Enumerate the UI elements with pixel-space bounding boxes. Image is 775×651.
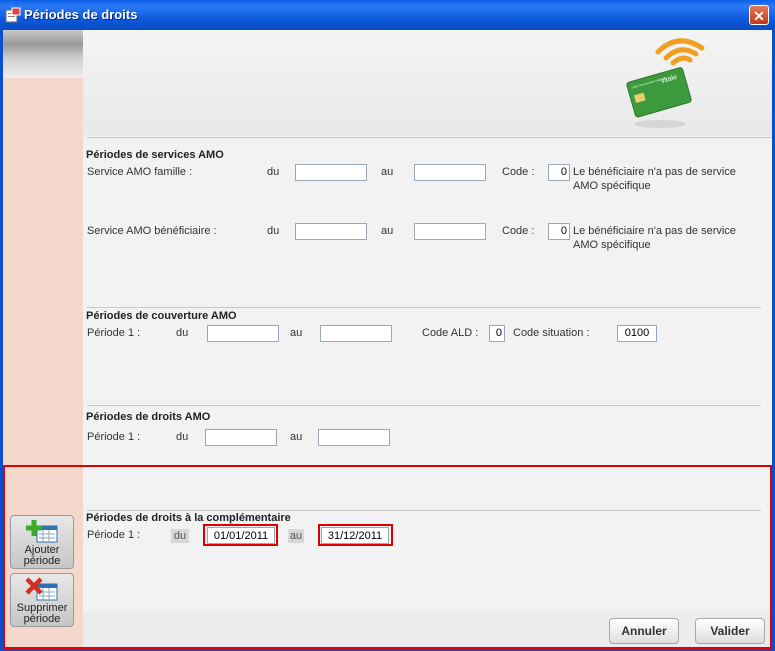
couverture-du-label: du [176,327,189,339]
service-beneficiaire-du-field[interactable] [295,223,367,240]
service-beneficiaire-du-label: du [267,225,280,237]
service-famille-du-field[interactable] [295,164,367,181]
close-icon: ✕ [753,8,765,24]
window-title: Périodes de droits [24,7,138,22]
droits-periode-label: Période 1 : [87,431,141,443]
section-title-services-amo: Périodes de services AMO [86,149,224,161]
couverture-periode-label: Période 1 : [87,327,141,339]
complementaire-highlight [3,465,772,649]
service-famille-info: Le bénéficiaire n'a pas de service AMO s… [573,166,736,192]
header-divider [87,137,772,138]
close-button[interactable]: ✕ [749,5,769,25]
droits-du-label: du [176,431,189,443]
service-famille-label: Service AMO famille : [87,166,193,178]
code-ald-label: Code ALD : [422,327,479,339]
section-divider [87,307,761,308]
service-beneficiaire-code-field[interactable]: 0 [548,223,570,240]
title-bar: Périodes de droits ✕ [0,0,775,30]
section-title-droits-amo: Périodes de droits AMO [86,411,211,423]
service-beneficiaire-au-field[interactable] [414,223,486,240]
couverture-du-field[interactable] [207,325,279,342]
code-situation-field[interactable]: 0100 [617,325,657,342]
service-famille-au-label: au [381,166,394,178]
couverture-au-label: au [290,327,303,339]
sidebar-header [3,30,83,78]
service-famille-au-field[interactable] [414,164,486,181]
service-famille-code-field[interactable]: 0 [548,164,570,181]
service-beneficiaire-info: Le bénéficiaire n'a pas de service AMO s… [573,225,736,251]
app-icon [5,7,21,23]
service-beneficiaire-au-label: au [381,225,394,237]
droits-au-field[interactable] [318,429,390,446]
service-beneficiaire-code-label: Code : [502,225,535,237]
code-situation-label: Code situation : [513,327,590,339]
service-beneficiaire-label: Service AMO bénéficiaire : [87,225,217,237]
service-famille-code-label: Code : [502,166,535,178]
section-title-couverture-amo: Périodes de couverture AMO [86,310,237,322]
droits-au-label: au [290,431,303,443]
couverture-au-field[interactable] [320,325,392,342]
droits-du-field[interactable] [205,429,277,446]
code-ald-field[interactable]: 0 [489,325,505,342]
service-famille-du-label: du [267,166,280,178]
section-divider [87,405,761,406]
vitale-card-icon: vitale carte d'assurance maladie [626,38,705,128]
